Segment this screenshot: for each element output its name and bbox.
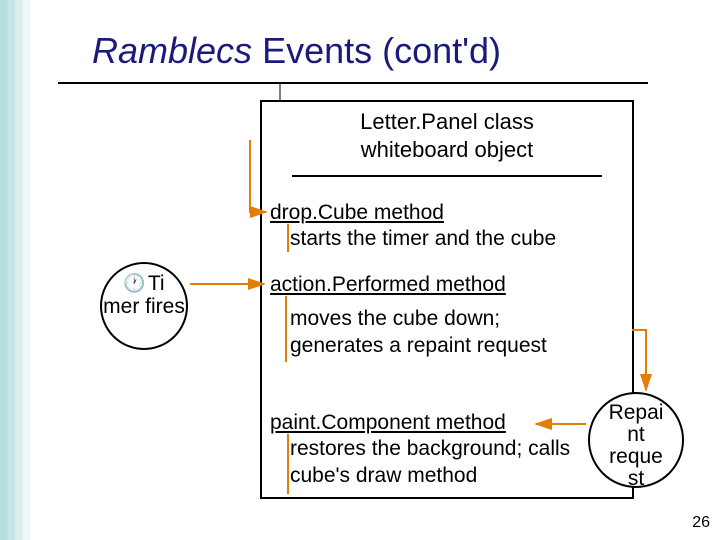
title-rest: Events (cont'd) <box>252 30 501 71</box>
actionperformed-section: action.Performed method moves the cube d… <box>270 272 547 359</box>
timer-fires-bubble: 🕐Ti mer fires <box>100 262 188 350</box>
class-header-line1: Letter.Panel class <box>262 108 632 136</box>
actionperformed-title: action.Performed method <box>270 273 506 296</box>
paintcomponent-body: restores the background; calls cube's dr… <box>290 436 630 489</box>
page-number: 26 <box>692 514 710 532</box>
paintcomponent-title: paint.Component method <box>270 411 506 434</box>
repaint-request-bubble: Repai nt reque st <box>588 392 684 488</box>
clock-icon: 🕐 <box>123 274 145 294</box>
actionperformed-body: moves the cube down; generates a repaint… <box>290 306 547 359</box>
title-underline <box>58 82 648 84</box>
class-header: Letter.Panel class whiteboard object <box>262 102 632 173</box>
repaint-text: Repai nt reque st <box>609 401 664 490</box>
dropcube-section: drop.Cube method starts the timer and th… <box>270 200 556 253</box>
slide-title: Ramblecs Events (cont'd) <box>92 30 501 72</box>
class-header-line2: whiteboard object <box>262 136 632 164</box>
title-italic: Ramblecs <box>92 30 252 71</box>
dropcube-title: drop.Cube method <box>270 201 444 224</box>
left-gradient-bar <box>0 0 30 540</box>
paintcomponent-section: paint.Component method restores the back… <box>270 410 630 489</box>
dropcube-body: starts the timer and the cube <box>290 226 556 252</box>
header-rule <box>292 175 602 177</box>
